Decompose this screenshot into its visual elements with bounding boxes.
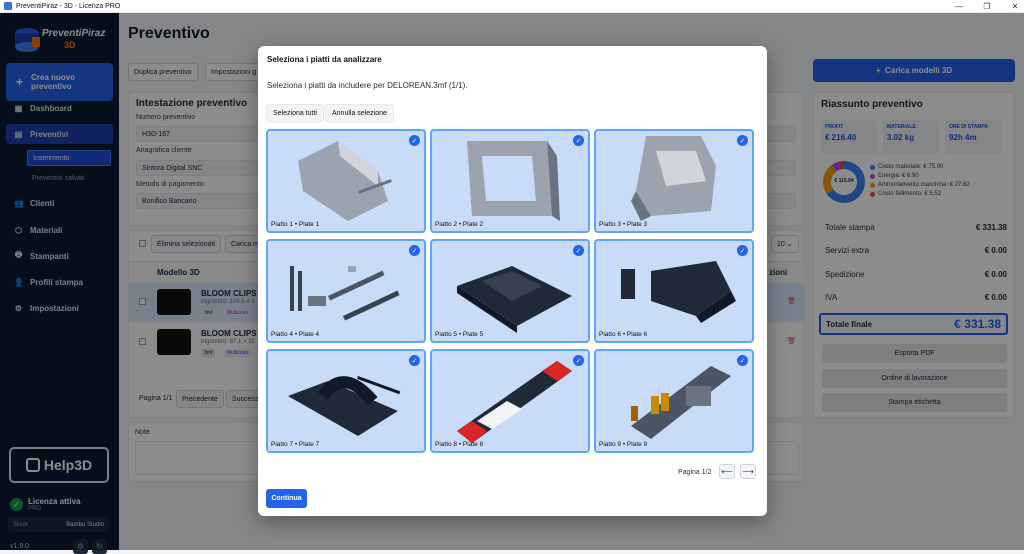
plate-4-preview <box>290 266 400 321</box>
maximize-button[interactable]: ❐ <box>972 0 1002 13</box>
plate-1-preview <box>298 141 392 221</box>
plate-label: Piatto 1 • Plate 1 <box>271 221 320 228</box>
plate-card-4[interactable]: ✓ Piatto 4 • Plate 4 <box>266 239 426 343</box>
plate-card-3[interactable]: ✓ Piatto 3 • Plate 3 <box>594 129 754 233</box>
dialog-page-label: Pagina 1/2 <box>678 469 712 476</box>
plate-8-preview <box>457 361 572 443</box>
check-icon[interactable]: ✓ <box>573 355 584 366</box>
check-icon[interactable]: ✓ <box>409 355 420 366</box>
continue-button[interactable]: Continua <box>266 489 307 508</box>
plate-9-preview <box>631 366 731 439</box>
plate-label: Piatto 7 • Plate 7 <box>271 441 320 448</box>
plate-label: Piatto 3 • Plate 3 <box>599 221 648 228</box>
arrow-right-button[interactable]: ⟶ <box>740 464 756 479</box>
plate-label: Piatto 5 • Plate 5 <box>435 331 484 338</box>
plate-5-preview <box>457 266 572 333</box>
check-icon[interactable]: ✓ <box>409 135 420 146</box>
app-icon <box>4 2 12 10</box>
plate-6-preview <box>621 261 736 323</box>
plate-label: Piatto 2 • Plate 2 <box>435 221 484 228</box>
check-icon[interactable]: ✓ <box>573 245 584 256</box>
plate-card-6[interactable]: ✓ Piatto 6 • Plate 6 <box>594 239 754 343</box>
plate-card-7[interactable]: ✓ Piatto 7 • Plate 7 <box>266 349 426 453</box>
dialog-title: Seleziona i piatti da analizzare <box>267 55 382 64</box>
minimize-button[interactable]: — <box>944 0 974 13</box>
check-icon[interactable]: ✓ <box>409 245 420 256</box>
window-title: PreventiPiraz - 3D - Licenza PRO <box>16 2 121 10</box>
plate-label: Piatto 4 • Plate 4 <box>271 331 320 338</box>
plate-label: Piatto 9 • Plate 9 <box>599 441 648 448</box>
plate-card-1[interactable]: ✓ Piatto 1 • Plate 1 <box>266 129 426 233</box>
check-icon[interactable]: ✓ <box>737 355 748 366</box>
plate-label: Piatto 8 • Plate 8 <box>435 441 484 448</box>
dialog-description: Seleziona i piatti da includere per DELO… <box>267 81 468 90</box>
deselect-all-button[interactable]: Annulla selezione <box>325 104 394 122</box>
plate-card-5[interactable]: ✓ Piatto 5 • Plate 5 <box>430 239 590 343</box>
plate-7-preview <box>288 376 401 436</box>
arrow-left-button[interactable]: ⟵ <box>719 464 735 479</box>
check-icon[interactable]: ✓ <box>737 245 748 256</box>
check-icon[interactable]: ✓ <box>573 135 584 146</box>
plate-selection-dialog: Seleziona i piatti da analizzare Selezio… <box>258 46 767 516</box>
plate-3-preview <box>631 136 716 221</box>
plate-card-2[interactable]: ✓ Piatto 2 • Plate 2 <box>430 129 590 233</box>
plate-label: Piatto 6 • Plate 6 <box>599 331 648 338</box>
plate-card-8[interactable]: ✓ Piatto 8 • Plate 8 <box>430 349 590 453</box>
plate-card-9[interactable]: ✓ Piatto 9 • Plate 9 <box>594 349 754 453</box>
plate-2-preview <box>467 141 560 221</box>
select-all-button[interactable]: Seleziona tutti <box>266 104 324 122</box>
close-window-button[interactable]: ✕ <box>1000 0 1024 13</box>
window-titlebar: PreventiPiraz - 3D - Licenza PRO — ❐ ✕ <box>0 0 1024 13</box>
check-icon[interactable]: ✓ <box>737 135 748 146</box>
